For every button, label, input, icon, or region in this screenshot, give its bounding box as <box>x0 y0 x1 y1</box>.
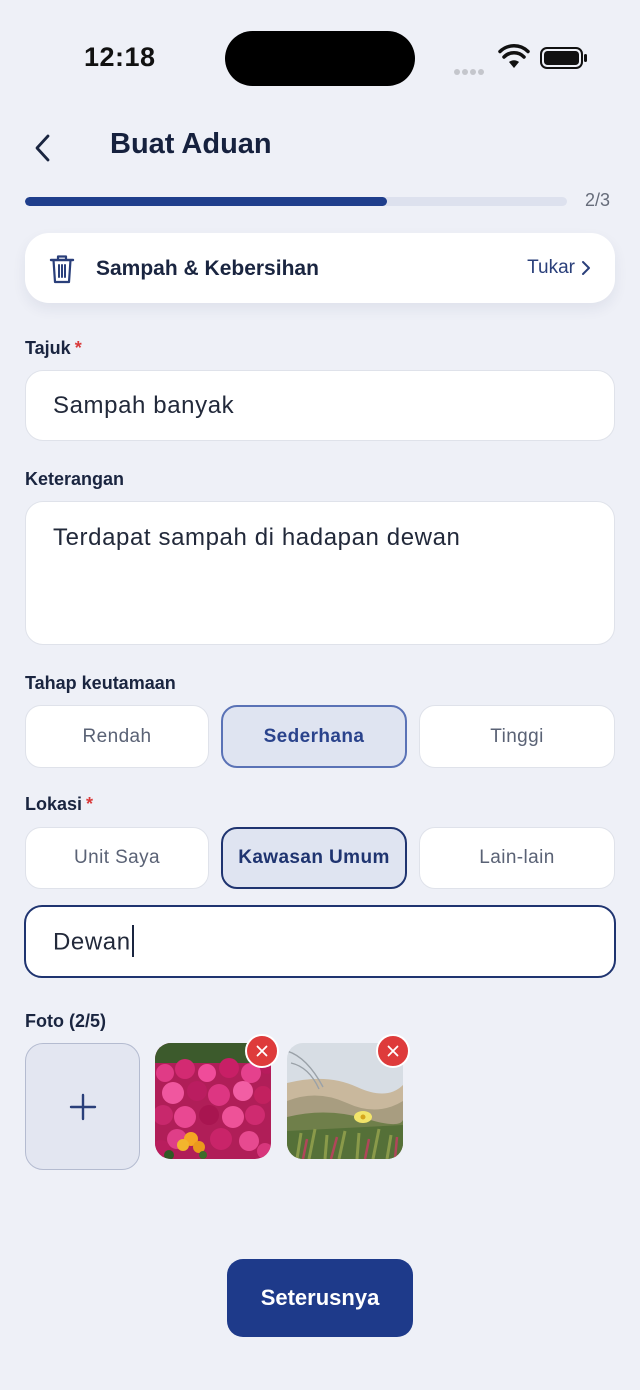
battery-icon <box>540 47 587 69</box>
photos-label: Foto (2/5) <box>25 1011 106 1031</box>
chevron-right-icon <box>582 261 590 275</box>
close-icon <box>256 1045 268 1057</box>
close-icon <box>387 1045 399 1057</box>
trash-icon <box>49 255 75 284</box>
description-textarea[interactable]: Terdapat sampah di hadapan dewan <box>25 501 615 645</box>
location-input-text: Dewan <box>53 928 131 956</box>
add-photo-button[interactable] <box>25 1043 140 1170</box>
progress-step-text: 2/3 <box>585 190 611 210</box>
wifi-icon <box>498 44 530 68</box>
location-option-unit-saya[interactable]: Unit Saya <box>25 827 209 889</box>
remove-photo-button[interactable] <box>245 1034 279 1068</box>
priority-option-tinggi[interactable]: Tinggi <box>419 705 615 768</box>
title-label-text: Tajuk <box>25 338 71 358</box>
change-category-button[interactable]: Tukar <box>527 257 591 279</box>
text-cursor <box>131 925 134 957</box>
description-value: Terdapat sampah di hadapan dewan <box>53 524 461 551</box>
title-field-label: Tajuk * <box>25 338 82 359</box>
title-input-value: Sampah banyak <box>53 392 235 419</box>
description-field-label: Keterangan <box>25 469 125 489</box>
location-label-text: Lokasi <box>25 794 83 814</box>
title-input[interactable]: Sampah banyak <box>25 370 615 441</box>
location-option-kawasan-umum[interactable]: Kawasan Umum <box>221 827 407 889</box>
location-input-value: Dewan <box>53 925 134 959</box>
category-card: Sampah & Kebersihan Tukar <box>25 233 615 303</box>
plus-icon <box>69 1093 96 1120</box>
change-category-label: Tukar <box>527 257 575 278</box>
location-option-lain-lain[interactable]: Lain-lain <box>419 827 615 889</box>
remove-photo-button[interactable] <box>376 1034 410 1068</box>
status-time: 12:18 <box>84 42 156 72</box>
required-mark: * <box>86 794 94 814</box>
dynamic-island <box>225 31 415 86</box>
priority-option-sederhana[interactable]: Sederhana <box>221 705 407 768</box>
priority-option-rendah[interactable]: Rendah <box>25 705 209 768</box>
priority-label: Tahap keutamaan <box>25 673 176 693</box>
progress-bar <box>25 197 567 206</box>
location-label: Lokasi * <box>25 794 93 815</box>
back-arrow-icon[interactable] <box>28 130 58 166</box>
signal-icon <box>454 62 490 75</box>
location-input[interactable]: Dewan <box>24 905 616 978</box>
next-button[interactable]: Seterusnya <box>227 1259 413 1337</box>
required-mark: * <box>74 338 82 358</box>
page-title: Buat Aduan <box>110 128 272 160</box>
progress-fill <box>25 197 387 206</box>
category-label: Sampah & Kebersihan <box>96 257 319 280</box>
